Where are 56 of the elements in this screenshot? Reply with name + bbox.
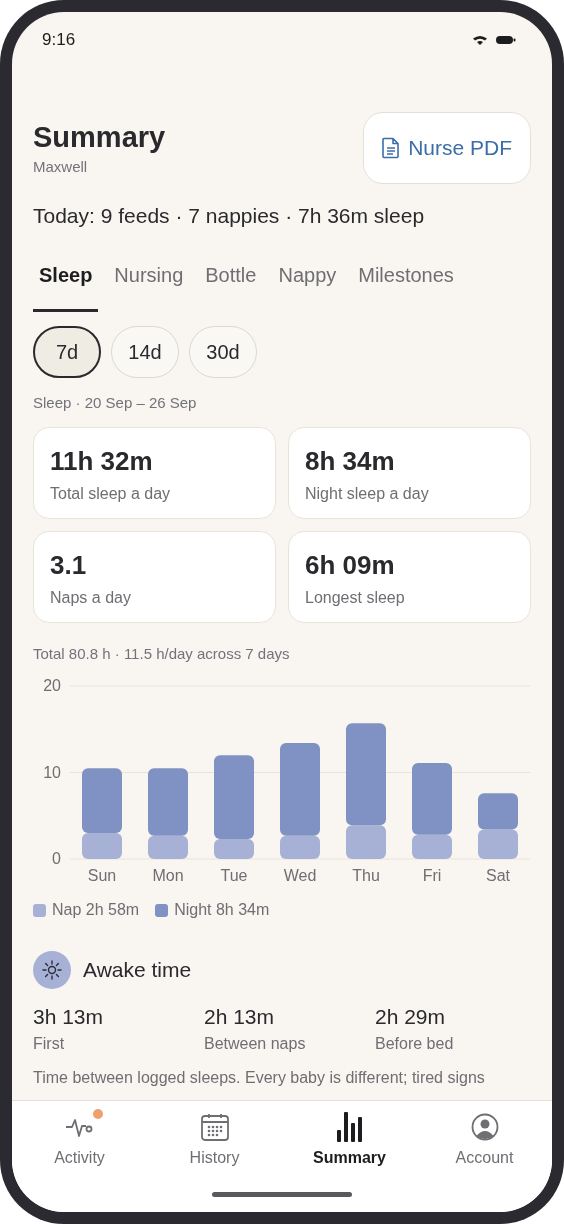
stat-label: Longest sleep <box>305 589 406 607</box>
stat-label: Naps a day <box>50 589 132 607</box>
awake-value: 2h 29m <box>375 1005 447 1029</box>
axis-label: 10 <box>43 763 61 781</box>
nav-tab[interactable]: Summary <box>289 1111 410 1186</box>
bar-chart-icon <box>336 1112 363 1142</box>
category-tab[interactable]: Nursing <box>108 260 190 312</box>
profile-icon <box>470 1113 499 1141</box>
awake-label: Before bed <box>375 1035 455 1053</box>
day-label: Mon <box>152 867 184 884</box>
nav-tab[interactable]: Account <box>424 1111 545 1186</box>
awake-label: First <box>33 1035 66 1053</box>
category-tab[interactable]: Bottle <box>199 260 263 312</box>
category-tab[interactable]: Nappy <box>272 260 343 312</box>
today-summary: Today: 9 feeds · 7 nappies · 7h 36m sleep <box>33 204 426 228</box>
awake-note: Time between logged sleeps. Every baby is different; tired signs <box>33 1068 486 1088</box>
document-icon <box>382 137 401 159</box>
stat-label: Total sleep a day <box>50 485 172 503</box>
legend-label: Nap 2h 58m <box>52 901 140 919</box>
range-chip[interactable]: 14d <box>111 326 179 378</box>
chart-bar <box>478 793 518 830</box>
chart-caption: Total 80.8 h · 11.5 h/day across 7 days <box>33 645 291 662</box>
awake-value: 2h 13m <box>204 1005 276 1029</box>
sun-icon <box>33 951 71 989</box>
day-label: Sat <box>486 867 510 884</box>
battery-icon <box>496 35 516 45</box>
range-chip[interactable]: 7d <box>33 326 101 378</box>
stat-value: 8h 34m <box>305 446 396 477</box>
calendar-icon <box>200 1113 229 1141</box>
wifi-icon <box>472 35 488 45</box>
status-time: 9:16 <box>42 30 76 50</box>
day-label: Fri <box>422 867 442 884</box>
stat-value: 3.1 <box>50 550 88 581</box>
nav-tab[interactable]: History <box>154 1111 275 1186</box>
day-label: Tue <box>220 867 248 884</box>
nav-tab[interactable]: Activity <box>19 1111 140 1186</box>
nurse-pdf-button[interactable]: Nurse PDF <box>363 112 531 184</box>
page-title: Summary <box>33 121 166 154</box>
range-caption: Sleep · 20 Sep – 26 Sep <box>33 394 198 411</box>
legend-label: Night 8h 34m <box>174 901 270 919</box>
awake-label: Between naps <box>204 1035 307 1053</box>
stat-value: 11h 32m <box>50 446 154 477</box>
awake-value: 3h 13m <box>33 1005 105 1029</box>
axis-label: 20 <box>43 677 61 694</box>
baby-name: Maxwell <box>33 158 89 175</box>
chart-bar <box>478 829 518 859</box>
category-tab[interactable]: Sleep <box>33 260 99 312</box>
section-title: Awake time <box>83 958 192 982</box>
range-chip[interactable]: 30d <box>189 326 257 378</box>
category-tab[interactable]: Milestones <box>352 260 460 312</box>
day-label: Wed <box>283 867 317 884</box>
day-label: Sun <box>87 867 117 884</box>
stat-label: Night sleep a day <box>305 485 430 503</box>
axis-label: 0 <box>52 850 61 867</box>
day-label: Thu <box>352 867 380 884</box>
stat-value: 6h 09m <box>305 550 396 581</box>
